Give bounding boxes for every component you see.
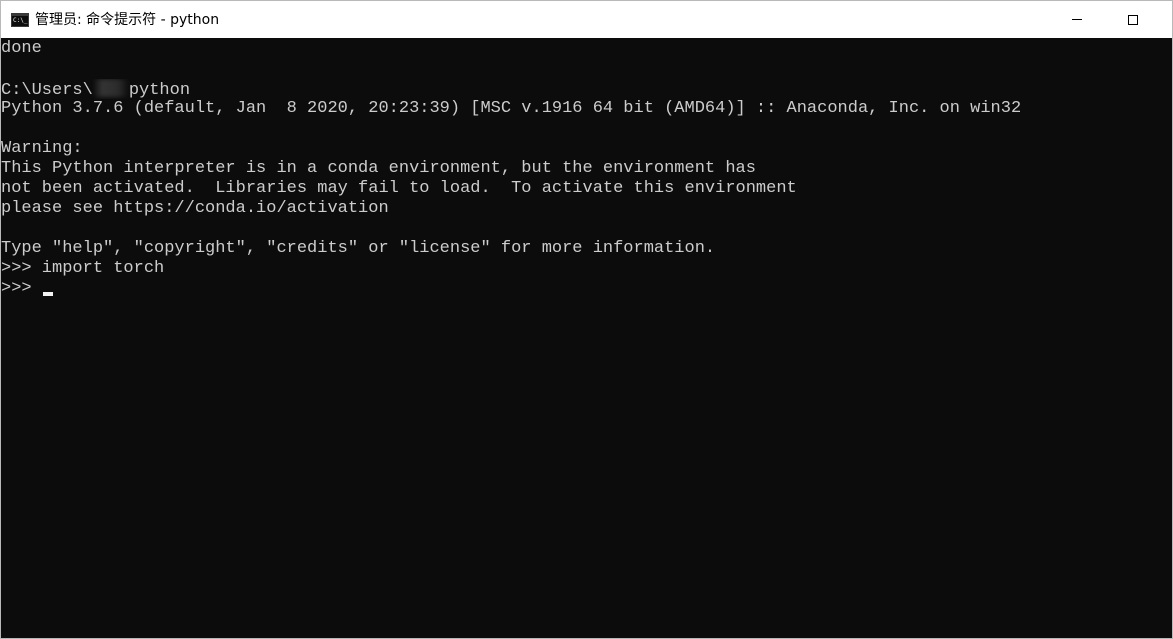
minimize-button[interactable] [1049,1,1105,38]
maximize-button[interactable] [1105,1,1161,38]
console-line: Warning: [1,139,83,158]
prompt-command: python [128,81,191,99]
redacted-username [92,79,129,97]
text-cursor [42,292,53,296]
maximize-icon [1128,14,1138,25]
prompt-path: C:\Users\ [1,81,93,99]
python-prompt: >>> [1,279,42,298]
command-prompt-window: C:\_ 管理员: 命令提示符 - python done C:\Users\ p… [0,0,1173,639]
console-line: This Python interpreter is in a conda en… [1,159,756,178]
console-line: >>> import torch [1,259,165,278]
minimize-icon [1072,19,1082,20]
console-line: Type "help", "copyright", "credits" or "… [1,239,716,258]
console-output[interactable]: done C:\Users\ python Python 3.7.6 (defau… [1,38,1172,638]
console-input-line[interactable]: >>> [1,279,1172,299]
title-bar[interactable]: C:\_ 管理员: 命令提示符 - python [1,1,1172,38]
cmd-icon: C:\_ [11,13,29,27]
console-line: done [1,39,42,58]
console-line: Python 3.7.6 (default, Jan 8 2020, 20:23… [1,99,1022,118]
console-line: not been activated. Libraries may fail t… [1,179,797,198]
console-line: please see https://conda.io/activation [1,199,389,218]
console-line-prompt: C:\Users\ python [1,79,1172,99]
window-title: 管理员: 命令提示符 - python [35,12,220,28]
